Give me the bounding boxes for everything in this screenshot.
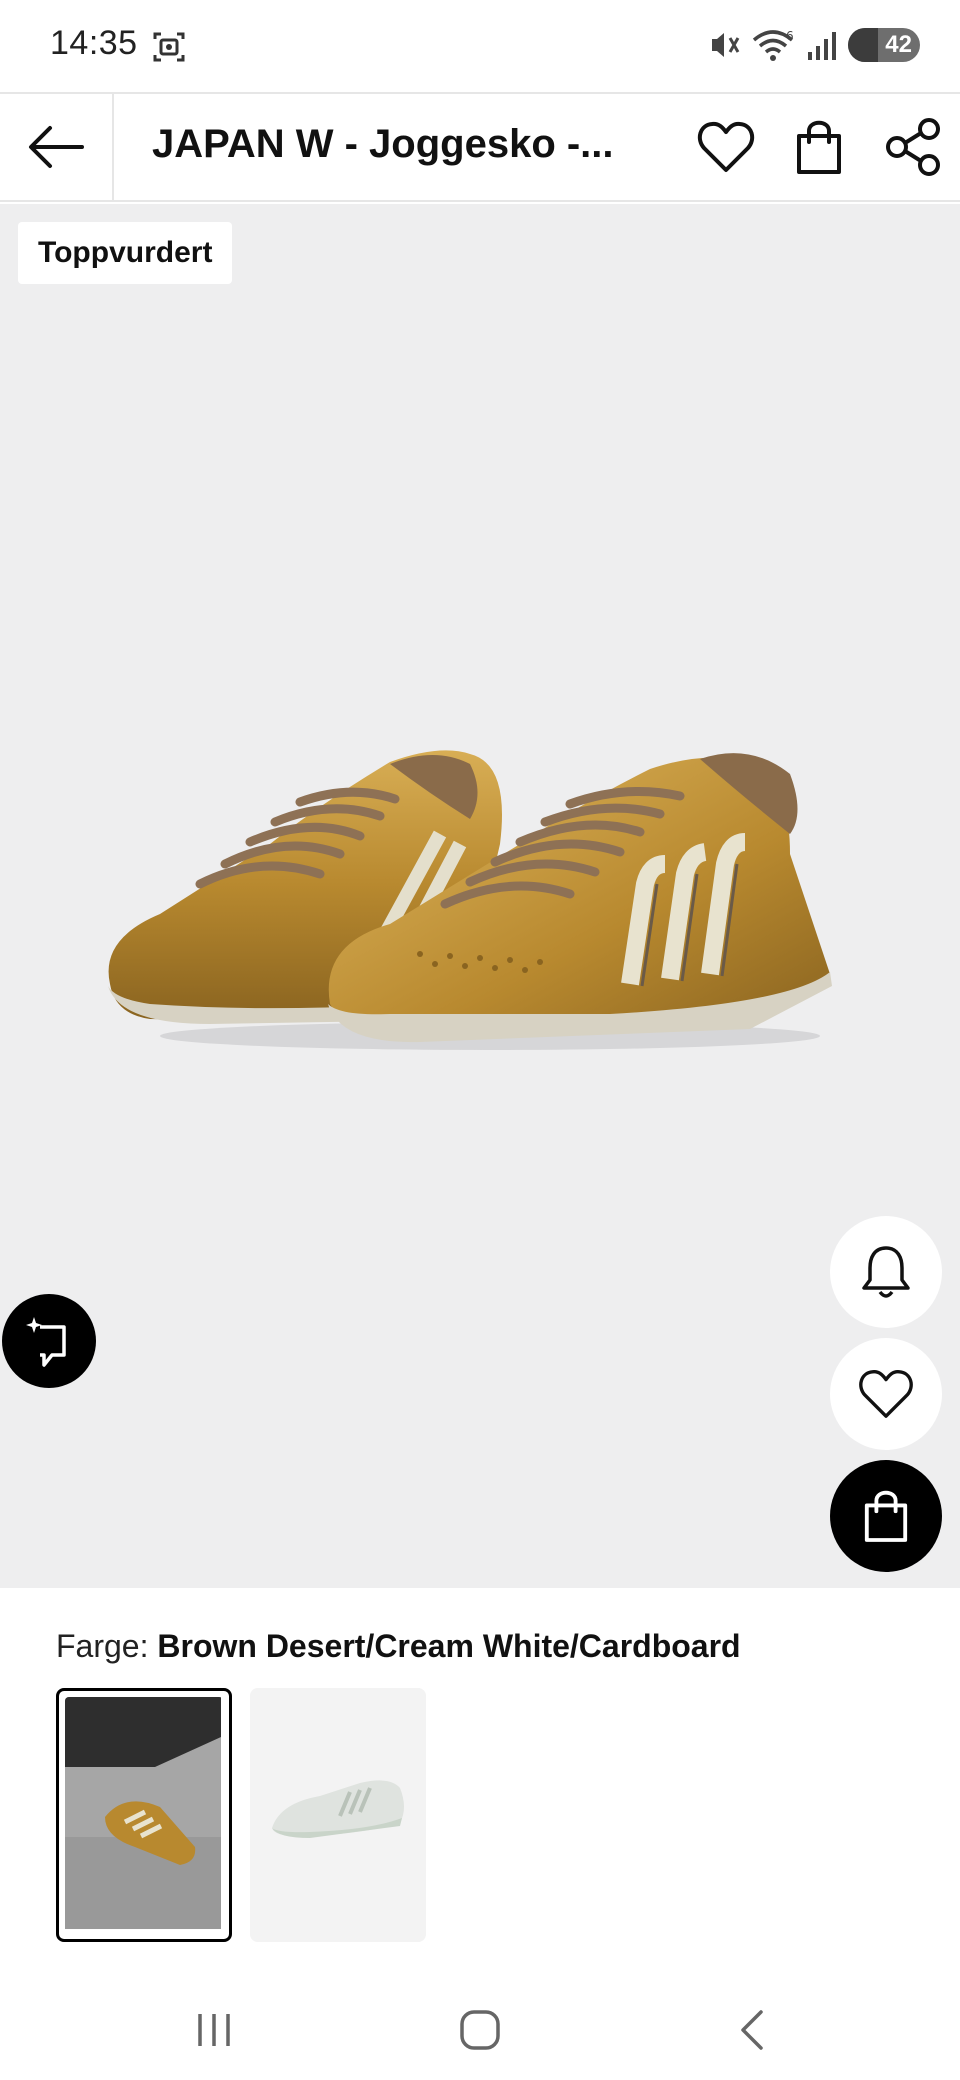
shopping-bag-icon — [864, 1490, 908, 1542]
variant-white[interactable] — [250, 1688, 426, 1942]
battery-level: 42 — [885, 31, 912, 58]
product-image-carousel[interactable]: Toppvurdert — [0, 204, 960, 1588]
system-nav-bar — [0, 1970, 960, 2080]
home-button[interactable] — [450, 2000, 510, 2060]
variant-gold[interactable] — [56, 1688, 232, 1942]
system-back-button[interactable] — [722, 2000, 782, 2060]
status-time: 14:35 — [50, 24, 138, 62]
notify-button[interactable] — [830, 1216, 942, 1328]
favorite-button[interactable] — [693, 114, 759, 180]
recent-apps-icon — [198, 2014, 230, 2046]
ai-assistant-button[interactable] — [2, 1294, 96, 1388]
screenshot-icon — [153, 32, 185, 62]
product-image — [108, 750, 832, 1050]
back-button[interactable] — [0, 94, 114, 200]
add-to-bag-button[interactable] — [830, 1460, 942, 1572]
color-value: Brown Desert/Cream White/Cardboard — [157, 1628, 741, 1664]
page-title: JAPAN W - Joggesko -... — [152, 122, 614, 166]
heart-icon — [859, 1370, 913, 1418]
shopping-bag-icon — [797, 120, 841, 174]
color-selection: Farge: Brown Desert/Cream White/Cardboar… — [56, 1628, 741, 1665]
heart-icon — [697, 121, 755, 172]
battery-icon: 42 — [848, 28, 920, 62]
color-variants — [56, 1688, 426, 1942]
mute-vibrate-icon — [712, 33, 740, 57]
color-label: Farge: — [56, 1628, 149, 1664]
status-bar: 14:35 6 42 — [0, 0, 960, 92]
bag-button[interactable] — [786, 114, 852, 180]
share-icon — [886, 118, 940, 176]
back-icon — [741, 2010, 763, 2050]
wifi-icon: 6 — [752, 29, 794, 61]
home-icon — [460, 2010, 500, 2050]
product-header: JAPAN W - Joggesko -... — [0, 92, 960, 202]
share-button[interactable] — [880, 114, 946, 180]
recent-apps-button[interactable] — [184, 2000, 244, 2060]
back-arrow-icon — [29, 126, 84, 168]
wishlist-button[interactable] — [830, 1338, 942, 1450]
bell-icon — [862, 1246, 910, 1298]
ai-assistant-icon — [26, 1317, 66, 1367]
top-rated-badge: Toppvurdert — [18, 222, 233, 284]
variant-gold-image — [65, 1697, 223, 1933]
svg-text:6: 6 — [786, 29, 794, 43]
signal-icon — [808, 32, 836, 60]
variant-white-image — [250, 1688, 426, 1942]
